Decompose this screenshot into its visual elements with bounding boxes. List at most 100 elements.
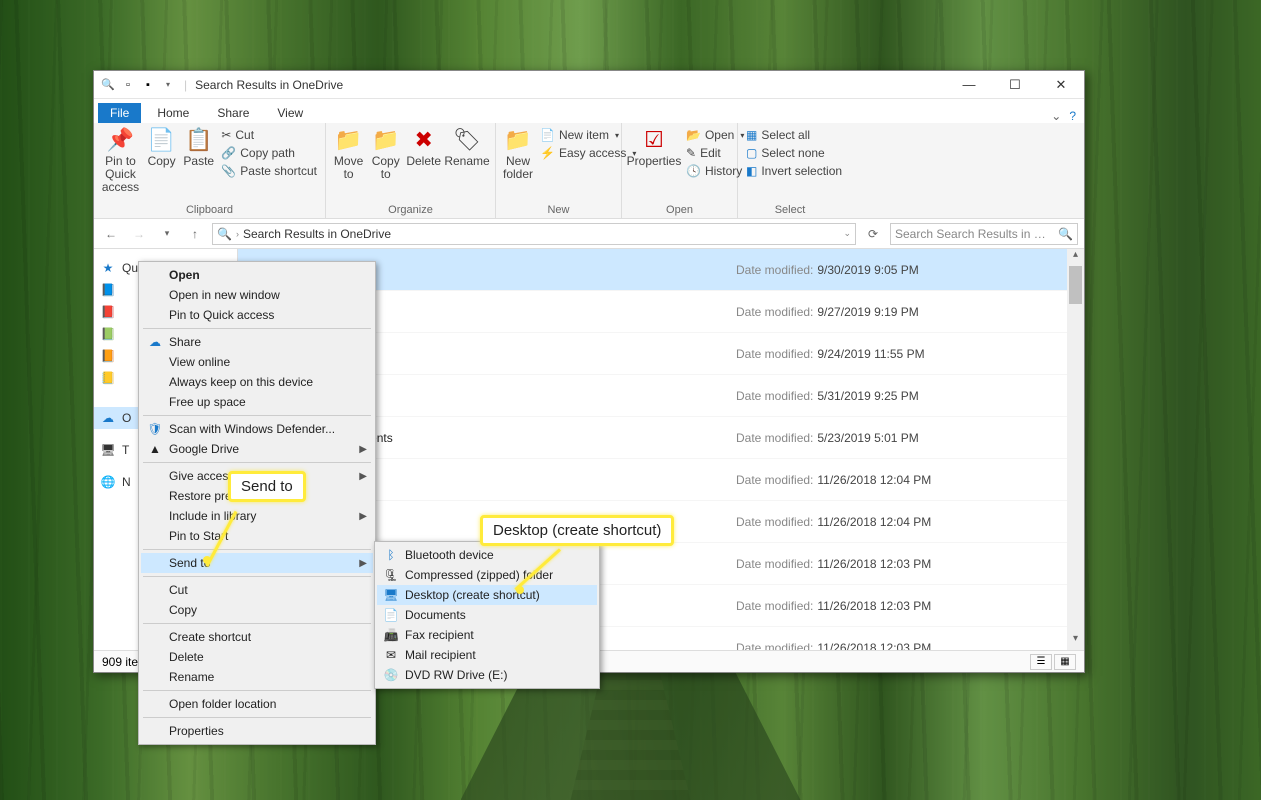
file-date: 11/26/2018 12:03 PM xyxy=(817,599,931,613)
pin-quick-button[interactable]: 📌Pin to Quick access xyxy=(100,125,141,195)
star-icon: ★ xyxy=(100,260,116,276)
selectall-button[interactable]: ▦Select all xyxy=(744,127,844,143)
ctx-copy[interactable]: Copy xyxy=(141,600,373,620)
tab-file[interactable]: File xyxy=(98,103,141,123)
details-view-button[interactable]: ☰ xyxy=(1030,654,1052,670)
sendto-mail[interactable]: ✉Mail recipient xyxy=(377,645,597,665)
close-button[interactable]: ✕ xyxy=(1038,71,1084,99)
ctx-send-to[interactable]: Send to▶ xyxy=(141,553,373,573)
ctx-keep-device[interactable]: Always keep on this device xyxy=(141,372,373,392)
date-label: Date modified: xyxy=(736,431,813,445)
edit-button[interactable]: ✎Edit xyxy=(684,145,746,161)
paste-button[interactable]: 📋Paste xyxy=(182,125,215,168)
ctx-pin-start[interactable]: Pin to Start xyxy=(141,526,373,546)
ctx-google-drive[interactable]: ▲Google Drive▶ xyxy=(141,439,373,459)
up-button[interactable]: ↑ xyxy=(184,223,206,245)
copyto-button[interactable]: 📁Copy to xyxy=(369,125,402,181)
ctx-open[interactable]: Open xyxy=(141,265,373,285)
address-bar: ← → ▾ ↑ 🔍 › Search Results in OneDrive ⌄… xyxy=(94,219,1084,249)
tab-view[interactable]: View xyxy=(265,103,315,123)
cloud-icon: ☁ xyxy=(100,410,116,426)
ctx-create-shortcut[interactable]: Create shortcut xyxy=(141,627,373,647)
newitem-icon: 📄 xyxy=(540,128,555,142)
folder-icon: 📒 xyxy=(100,370,116,386)
ctx-open-new-window[interactable]: Open in new window xyxy=(141,285,373,305)
scroll-up-button[interactable]: ▴ xyxy=(1067,249,1084,266)
date-label: Date modified: xyxy=(736,557,813,571)
sendto-dvd[interactable]: 💿DVD RW Drive (E:) xyxy=(377,665,597,685)
ribbon-home: 📌Pin to Quick access 📄Copy 📋Paste ✂Cut 🔗… xyxy=(94,123,1084,219)
group-clipboard-label: Clipboard xyxy=(100,204,319,218)
history-button[interactable]: 🕓History xyxy=(684,163,746,179)
ctx-view-online[interactable]: View online xyxy=(141,352,373,372)
file-name: Pics xyxy=(316,473,736,487)
copypath-button[interactable]: 🔗Copy path xyxy=(219,145,319,161)
file-date: 11/26/2018 12:03 PM xyxy=(817,557,931,571)
copy-button[interactable]: 📄Copy xyxy=(145,125,178,168)
ctx-cut[interactable]: Cut xyxy=(141,580,373,600)
search-placeholder: Search Search Results in One… xyxy=(895,227,1054,241)
ctx-scan-defender[interactable]: 🛡Scan with Windows Defender... xyxy=(141,419,373,439)
vertical-scrollbar[interactable]: ▴ ▾ xyxy=(1067,249,1084,650)
search-input[interactable]: Search Search Results in One… 🔍 xyxy=(890,223,1078,245)
scissors-icon: ✂ xyxy=(221,128,231,142)
ctx-include-lib[interactable]: Include in library▶ xyxy=(141,506,373,526)
disc-icon: 💿 xyxy=(383,668,399,682)
date-label: Date modified: xyxy=(736,305,813,319)
sendto-submenu: ᛒBluetooth device 🗜Compressed (zipped) f… xyxy=(374,541,600,689)
pc-icon: 🖥 xyxy=(100,442,116,458)
ctx-open-location[interactable]: Open folder location xyxy=(141,694,373,714)
breadcrumb-dropdown[interactable]: ⌄ xyxy=(843,228,851,239)
refresh-button[interactable]: ⟳ xyxy=(862,227,884,241)
group-open-label: Open xyxy=(628,204,731,218)
invert-button[interactable]: ◧Invert selection xyxy=(744,163,844,179)
date-label: Date modified: xyxy=(736,389,813,403)
titlebar[interactable]: 🔍 ▫ ▪ ▾ | Search Results in OneDrive — ☐… xyxy=(94,71,1084,99)
selectnone-button[interactable]: ▢Select none xyxy=(744,145,844,161)
rename-button[interactable]: 🏷Rename xyxy=(445,125,489,168)
shield-icon: 🛡 xyxy=(147,422,163,436)
ctx-rename[interactable]: Rename xyxy=(141,667,373,687)
file-name: Resumes xyxy=(316,263,736,277)
maximize-button[interactable]: ☐ xyxy=(992,71,1038,99)
path-icon: 🔗 xyxy=(221,146,236,160)
selectnone-icon: ▢ xyxy=(746,146,757,160)
ctx-properties[interactable]: Properties xyxy=(141,721,373,741)
moveto-button[interactable]: 📁Move to xyxy=(332,125,365,181)
selectall-icon: ▦ xyxy=(746,128,757,142)
back-button[interactable]: ← xyxy=(100,223,122,245)
properties-button[interactable]: ☑Properties xyxy=(628,125,680,168)
help-icon[interactable]: ? xyxy=(1069,109,1076,123)
cut-button[interactable]: ✂Cut xyxy=(219,127,319,143)
qat-props[interactable]: ▪ xyxy=(140,77,156,93)
sendto-fax[interactable]: 📠Fax recipient xyxy=(377,625,597,645)
scroll-down-button[interactable]: ▾ xyxy=(1067,633,1084,650)
ribbon-collapse-icon[interactable]: ⌄ xyxy=(1051,109,1061,123)
gdrive-icon: ▲ xyxy=(147,442,163,456)
edit-icon: ✎ xyxy=(686,146,696,160)
ctx-share[interactable]: ☁Share xyxy=(141,332,373,352)
icons-view-button[interactable]: ▦ xyxy=(1054,654,1076,670)
ctx-pin-quick[interactable]: Pin to Quick access xyxy=(141,305,373,325)
sendto-bluetooth[interactable]: ᛒBluetooth device xyxy=(377,545,597,565)
tab-share[interactable]: Share xyxy=(205,103,261,123)
ctx-free-space[interactable]: Free up space xyxy=(141,392,373,412)
qat-dropdown[interactable]: ▾ xyxy=(160,77,176,93)
delete-button[interactable]: ✖Delete xyxy=(406,125,441,168)
forward-button[interactable]: → xyxy=(128,223,150,245)
sendto-compressed[interactable]: 🗜Compressed (zipped) folder xyxy=(377,565,597,585)
breadcrumb[interactable]: 🔍 › Search Results in OneDrive ⌄ xyxy=(212,223,856,245)
recent-dropdown[interactable]: ▾ xyxy=(156,223,178,245)
open-button[interactable]: 📂Open▾ xyxy=(684,127,746,143)
sendto-documents[interactable]: 📄Documents xyxy=(377,605,597,625)
breadcrumb-text: Search Results in OneDrive xyxy=(243,227,391,241)
tab-home[interactable]: Home xyxy=(145,103,201,123)
scroll-thumb[interactable] xyxy=(1069,266,1082,304)
ctx-delete[interactable]: Delete xyxy=(141,647,373,667)
newfolder-button[interactable]: 📁New folder xyxy=(502,125,534,181)
sendto-desktop-shortcut[interactable]: 🖥Desktop (create shortcut) xyxy=(377,585,597,605)
minimize-button[interactable]: — xyxy=(946,71,992,99)
qat-new[interactable]: ▫ xyxy=(120,77,136,93)
file-date: 11/26/2018 12:03 PM xyxy=(817,641,931,651)
paste-shortcut-button[interactable]: 📎Paste shortcut xyxy=(219,163,319,179)
